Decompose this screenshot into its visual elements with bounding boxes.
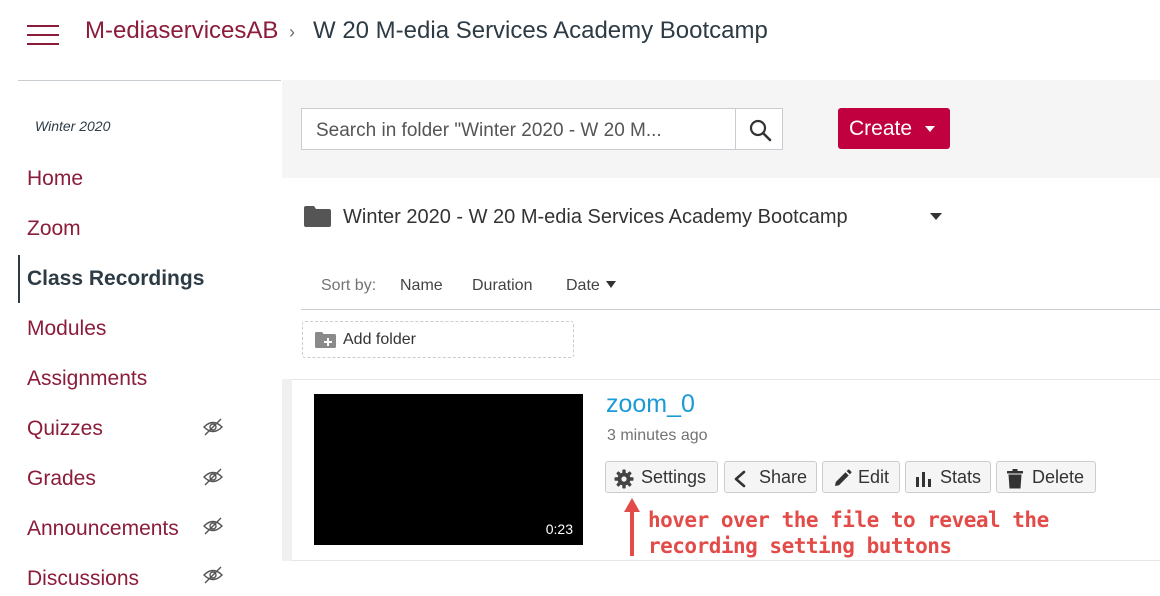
hidden-eye-icon (203, 468, 223, 486)
session-timestamp: 3 minutes ago (607, 427, 708, 444)
hamburger-menu-icon[interactable] (27, 25, 59, 45)
sort-option-name[interactable]: Name (400, 277, 443, 295)
search-button[interactable] (735, 108, 783, 150)
add-folder-button[interactable]: Add folder (302, 321, 574, 358)
gear-icon (614, 469, 634, 489)
breadcrumb-separator: › (289, 22, 295, 42)
sidebar-active-indicator (18, 255, 20, 303)
share-button-label: Share (759, 467, 808, 487)
settings-button[interactable]: Settings (605, 461, 718, 493)
annotation-text: hover over the file to reveal the record… (648, 507, 1049, 559)
sidebar-item-class-recordings[interactable]: Class Recordings (27, 267, 204, 291)
bar-chart-icon (916, 472, 931, 487)
search-icon (749, 119, 772, 142)
annotation-arrow-icon (624, 498, 640, 556)
breadcrumb-course-link[interactable]: M-ediaservicesAB (85, 17, 278, 45)
delete-button[interactable]: Delete (996, 461, 1096, 493)
annotation-line-1: hover over the file to reveal the (648, 508, 1049, 532)
sidebar-item-assignments[interactable]: Assignments (27, 367, 147, 391)
folder-caret-down-icon[interactable] (930, 213, 942, 220)
sort-caret-down-icon (605, 281, 616, 288)
stats-button-label: Stats (940, 467, 982, 487)
sort-option-date[interactable]: Date (566, 277, 616, 295)
sort-option-date-label: Date (566, 277, 600, 294)
sidebar-item-zoom[interactable]: Zoom (27, 217, 81, 241)
hidden-eye-icon (203, 418, 223, 436)
sidebar-term-label: Winter 2020 (35, 118, 111, 134)
session-title-link[interactable]: zoom_0 (606, 390, 695, 419)
session-duration: 0:23 (545, 521, 573, 537)
sidebar-item-discussions[interactable]: Discussions (27, 567, 139, 591)
create-button[interactable]: Create (838, 108, 950, 149)
sidebar-item-modules[interactable]: Modules (27, 317, 106, 341)
folder-title: Winter 2020 - W 20 M-edia Services Acade… (343, 206, 848, 228)
sort-label: Sort by: (321, 277, 377, 294)
hidden-eye-icon (203, 517, 223, 535)
breadcrumb-page-title: W 20 M-edia Services Academy Bootcamp (313, 17, 768, 44)
sidebar-divider (18, 80, 281, 81)
search-input[interactable]: Search in folder "Winter 2020 - W 20 M..… (301, 108, 736, 150)
create-button-label: Create (849, 117, 913, 140)
caret-down-icon (925, 126, 935, 132)
folder-icon (304, 206, 331, 227)
stats-button[interactable]: Stats (905, 461, 991, 493)
sidebar-item-announcements[interactable]: Announcements (27, 517, 179, 541)
session-thumbnail[interactable]: 0:23 (314, 394, 583, 545)
annotation-line-2: recording setting buttons (648, 534, 952, 558)
sidebar-item-grades[interactable]: Grades (27, 467, 96, 491)
settings-button-label: Settings (641, 467, 707, 487)
trash-icon (1007, 469, 1023, 489)
sidebar-item-quizzes[interactable]: Quizzes (27, 417, 103, 441)
hidden-eye-icon (203, 566, 223, 584)
share-button[interactable]: Share (724, 461, 817, 493)
sort-option-duration[interactable]: Duration (472, 277, 532, 295)
share-icon (734, 470, 746, 488)
session-row-accent (282, 379, 292, 561)
edit-button[interactable]: Edit (822, 461, 900, 493)
edit-button-label: Edit (858, 467, 890, 487)
add-folder-icon (315, 332, 336, 348)
sort-divider (301, 309, 1160, 310)
add-folder-label: Add folder (343, 331, 416, 348)
delete-button-label: Delete (1032, 467, 1085, 487)
pencil-icon (835, 469, 852, 486)
sidebar-item-home[interactable]: Home (27, 167, 83, 191)
